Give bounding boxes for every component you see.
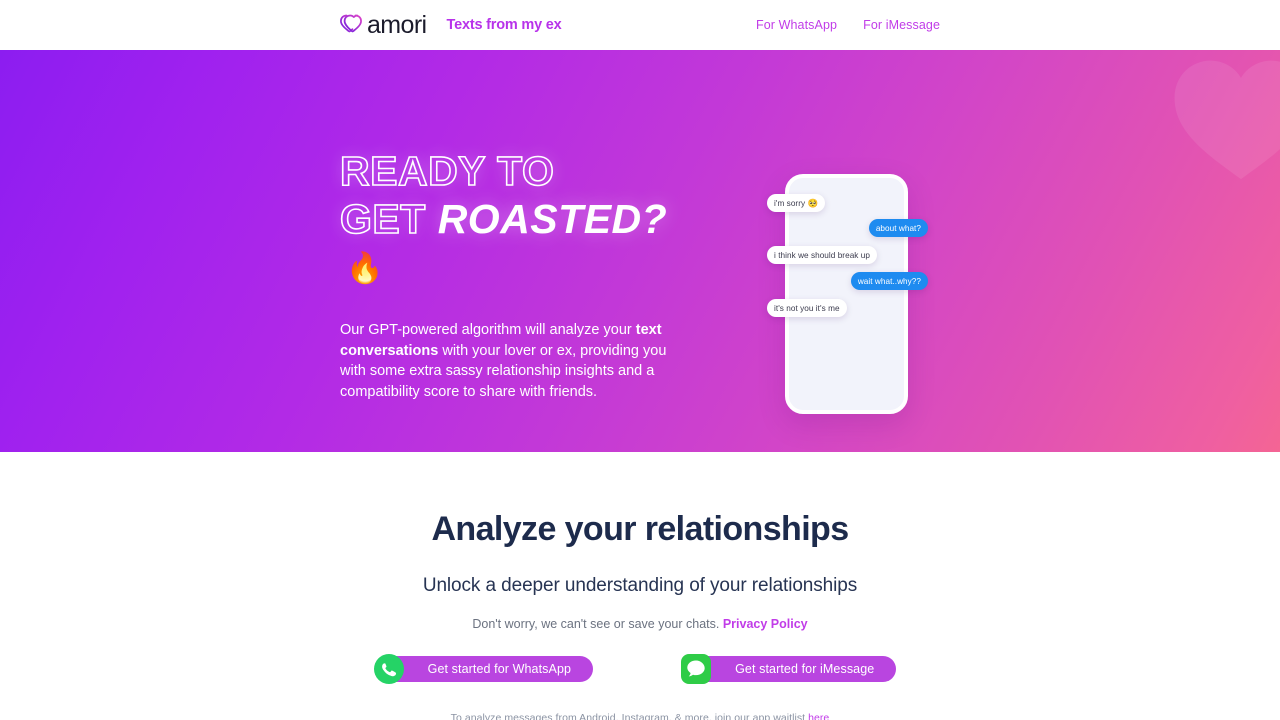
pleading-face-emoji-icon: 🥺 xyxy=(807,197,819,208)
nav-link-for-whatsapp[interactable]: For WhatsApp xyxy=(756,18,837,32)
cta-label: Get started for iMessage xyxy=(735,662,875,676)
navbar-brand-group: amori Texts from my ex xyxy=(340,10,562,39)
navbar-links: For WhatsApp For iMessage xyxy=(756,18,940,32)
cta-label: Get started for WhatsApp xyxy=(427,662,572,676)
chat-bubble-text: about what? xyxy=(875,223,921,233)
brand-tagline: Texts from my ex xyxy=(446,17,562,33)
waitlist-link[interactable]: here xyxy=(808,712,829,720)
waitlist-footnote-text: To analyze messages from Android, Instag… xyxy=(450,712,809,720)
get-started-whatsapp-button[interactable]: Get started for WhatsApp xyxy=(373,654,594,684)
headline-line-2-outline: GET xyxy=(339,196,426,244)
section-subheading: Unlock a deeper understanding of your re… xyxy=(422,575,858,596)
chat-bubble-text: it's not you it's me xyxy=(774,303,840,313)
hero-section: READY TO GET ROASTED? 🔥 Our GPT-powered a… xyxy=(0,50,1280,452)
waitlist-footnote: To analyze messages from Android, Instag… xyxy=(0,712,1280,720)
privacy-policy-link[interactable]: Privacy Policy xyxy=(723,617,808,631)
hero-inner: READY TO GET ROASTED? 🔥 Our GPT-powered a… xyxy=(0,50,1280,452)
section-heading: Analyze your relationships xyxy=(431,510,849,548)
chat-bubble-text: i'm sorry xyxy=(774,198,808,208)
privacy-note: Don't worry, we can't see or save your c… xyxy=(0,617,1280,631)
hero-headline: READY TO GET ROASTED? 🔥 xyxy=(339,147,700,292)
analyze-section: Analyze your relationships Unlock a deep… xyxy=(0,452,1280,720)
chat-bubble-text: wait what..why?? xyxy=(857,276,921,286)
nav-link-for-imessage[interactable]: For iMessage xyxy=(863,18,940,32)
get-started-imessage-button[interactable]: Get started for iMessage xyxy=(681,654,897,684)
imessage-icon xyxy=(679,652,713,686)
chat-bubble: wait what..why?? xyxy=(850,272,928,291)
chat-bubble: i think we should break up xyxy=(767,246,877,265)
logo-link[interactable]: amori xyxy=(340,10,427,39)
hero-paragraph: Our GPT-powered algorithm will analyze y… xyxy=(340,320,692,402)
chat-bubble-stack: i'm sorry 🥺 about what? i think we shoul… xyxy=(755,174,940,414)
chat-bubble: i'm sorry 🥺 xyxy=(767,194,826,213)
chat-bubble: it's not you it's me xyxy=(767,299,847,318)
hero-paragraph-part-1: Our GPT-powered algorithm will analyze y… xyxy=(340,322,636,339)
hero-copy: READY TO GET ROASTED? 🔥 Our GPT-powered a… xyxy=(339,147,700,402)
chat-bubble-text: i think we should break up xyxy=(774,250,870,260)
privacy-note-text: Don't worry, we can't see or save your c… xyxy=(472,617,723,631)
chat-bubble: about what? xyxy=(868,219,928,238)
whatsapp-icon xyxy=(372,652,406,686)
headline-line-2-solid: ROASTED? xyxy=(437,196,668,243)
heart-logo-icon xyxy=(340,14,362,36)
fire-emoji-icon: 🔥 xyxy=(346,251,384,285)
cta-button-row: Get started for WhatsApp Get started for… xyxy=(0,654,1280,684)
top-navbar: amori Texts from my ex For WhatsApp For … xyxy=(0,0,1280,50)
headline-line-1: READY TO xyxy=(339,147,555,195)
logo-wordmark: amori xyxy=(367,10,427,39)
